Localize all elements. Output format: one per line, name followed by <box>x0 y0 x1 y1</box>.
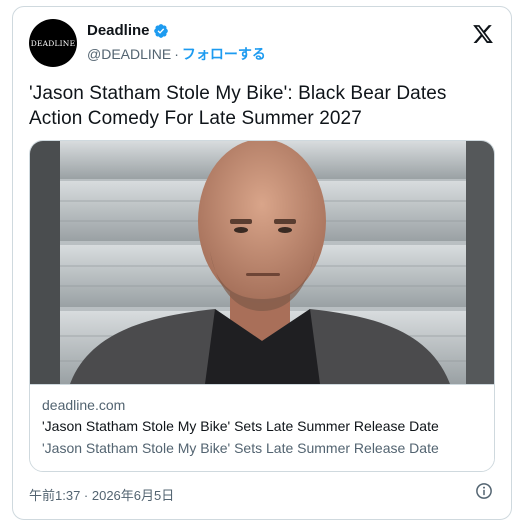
link-domain: deadline.com <box>42 397 126 413</box>
link-preview-card[interactable]: deadline.com 'Jason Statham Stole My Bik… <box>29 140 495 472</box>
follow-button[interactable]: フォローする <box>182 46 266 62</box>
article-photo[interactable] <box>30 141 494 384</box>
post-timestamp[interactable]: 午前1:37 · 2026年6月5日 <box>29 485 174 504</box>
author-handle[interactable]: @DEADLINE <box>87 46 171 62</box>
author-name[interactable]: Deadline <box>87 22 150 39</box>
separator-dot: · <box>174 46 179 62</box>
info-icon[interactable] <box>475 482 493 500</box>
verified-badge-icon <box>153 23 168 38</box>
handle-row: @DEADLINE · フォローする <box>87 44 266 64</box>
link-description: 'Jason Statham Stole My Bike' Sets Late … <box>42 440 439 456</box>
post-card: DEADLINE Deadline @DEADLINE · フォローする 'Jaso… <box>12 6 512 520</box>
x-logo-icon[interactable] <box>472 23 494 45</box>
avatar[interactable]: DEADLINE <box>29 19 77 67</box>
post-text-line-1: 'Jason Statham Stole My Bike': Black Bea… <box>29 83 447 104</box>
link-title: 'Jason Statham Stole My Bike' Sets Late … <box>42 418 439 434</box>
link-info[interactable]: deadline.com 'Jason Statham Stole My Bik… <box>30 384 494 471</box>
post-text-line-2: Action Comedy For Late Summer 2027 <box>29 108 362 129</box>
avatar-wordmark: DEADLINE <box>30 38 76 48</box>
post-text: 'Jason Statham Stole My Bike': Black Bea… <box>29 81 499 131</box>
author-name-row: Deadline <box>87 22 169 39</box>
